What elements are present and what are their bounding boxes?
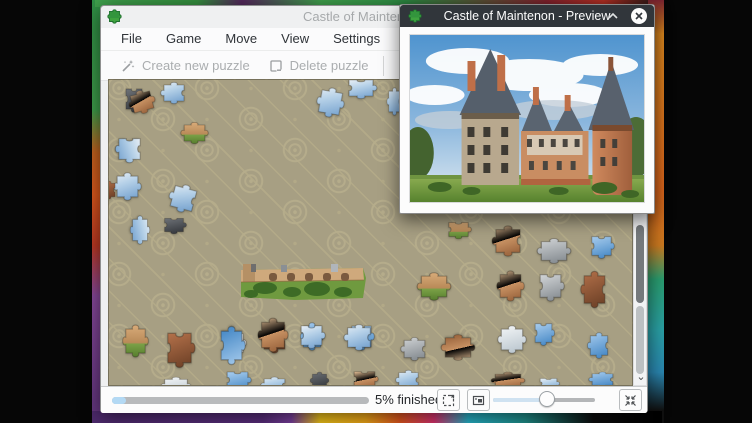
puzzle-piece[interactable]	[586, 331, 612, 360]
puzzle-progress-fill	[112, 397, 126, 404]
puzzle-piece[interactable]	[535, 269, 566, 303]
puzzle-piece[interactable]	[179, 121, 210, 145]
puzzle-piece[interactable]	[444, 219, 473, 240]
fit-view-button[interactable]	[619, 389, 642, 411]
puzzle-piece[interactable]	[256, 316, 290, 354]
puzzle-piece[interactable]	[159, 81, 189, 105]
menu-move[interactable]: Move	[213, 28, 269, 50]
menu-settings[interactable]: Settings	[321, 28, 392, 50]
puzzle-piece[interactable]	[108, 180, 118, 200]
puzzle-piece[interactable]	[342, 323, 376, 352]
menu-game[interactable]: Game	[154, 28, 213, 50]
create-new-puzzle-button[interactable]: Create new puzzle	[111, 53, 259, 79]
delete-puzzle-label: Delete puzzle	[290, 58, 369, 73]
zoom-slider-handle[interactable]	[539, 391, 555, 407]
select-tool-button[interactable]	[437, 389, 460, 411]
puzzle-piece[interactable]	[536, 376, 561, 386]
zoom-slider[interactable]	[493, 398, 595, 402]
progress-label: 5% finished	[375, 387, 442, 413]
puzzle-piece[interactable]	[490, 224, 526, 258]
preview-toggle-icon	[471, 393, 486, 408]
puzzle-piece[interactable]	[343, 79, 379, 100]
puzzle-piece[interactable]	[121, 323, 150, 359]
puzzle-piece[interactable]	[587, 232, 616, 260]
menu-file[interactable]: File	[109, 28, 154, 50]
puzzle-piece[interactable]	[535, 237, 573, 265]
puzzle-piece[interactable]	[159, 376, 193, 386]
puzzle-piece[interactable]	[296, 321, 327, 350]
scrollbar-thumb[interactable]	[636, 225, 644, 303]
puzzle-piece[interactable]	[114, 134, 146, 165]
puzzle-piece[interactable]	[495, 269, 526, 303]
preview-titlebar[interactable]: Castle of Maintenon - Preview	[400, 5, 654, 27]
puzzle-piece[interactable]	[439, 333, 477, 362]
puzzle-piece[interactable]	[399, 336, 430, 362]
puzzle-piece[interactable]	[129, 214, 151, 246]
toolbar-separator	[383, 56, 384, 76]
scrollbar-track-shade	[636, 306, 644, 374]
puzzle-piece[interactable]	[587, 371, 618, 386]
delete-puzzle-icon	[268, 58, 284, 74]
scrollbar-down-arrow-icon[interactable]: ⌄	[634, 371, 648, 385]
puzzle-piece[interactable]	[579, 269, 610, 310]
puzzle-piece[interactable]	[222, 368, 253, 386]
puzzle-piece[interactable]	[164, 179, 204, 217]
puzzle-piece[interactable]	[162, 326, 197, 370]
shade-icon[interactable]	[605, 8, 621, 24]
puzzle-piece[interactable]	[415, 271, 453, 302]
puzzle-piece[interactable]	[531, 319, 556, 347]
palapeli-app-icon	[107, 9, 122, 24]
close-button[interactable]	[631, 8, 647, 24]
delete-puzzle-button[interactable]: Delete puzzle	[259, 53, 378, 79]
fit-view-icon	[623, 393, 638, 408]
puzzle-piece[interactable]	[349, 368, 380, 386]
puzzle-piece[interactable]	[394, 369, 423, 386]
puzzle-piece[interactable]	[489, 371, 527, 386]
magic-wand-icon	[120, 58, 136, 74]
preview-window: Castle of Maintenon - Preview	[399, 4, 655, 214]
puzzle-piece[interactable]	[309, 371, 330, 386]
select-tool-icon	[441, 393, 456, 408]
puzzle-piece[interactable]	[496, 324, 528, 355]
puzzle-piece[interactable]	[160, 215, 188, 235]
menu-view[interactable]: View	[269, 28, 321, 50]
puzzle-piece[interactable]	[216, 324, 247, 367]
puzzle-preview-image	[409, 34, 645, 203]
status-bar: 5% finished	[101, 386, 647, 413]
puzzle-progress-bar	[112, 397, 369, 404]
close-icon	[634, 11, 644, 21]
puzzle-piece[interactable]	[259, 376, 290, 386]
create-new-puzzle-label: Create new puzzle	[142, 58, 250, 73]
assembled-piece-cluster[interactable]	[235, 264, 369, 300]
preview-toggle-button[interactable]	[467, 389, 490, 411]
